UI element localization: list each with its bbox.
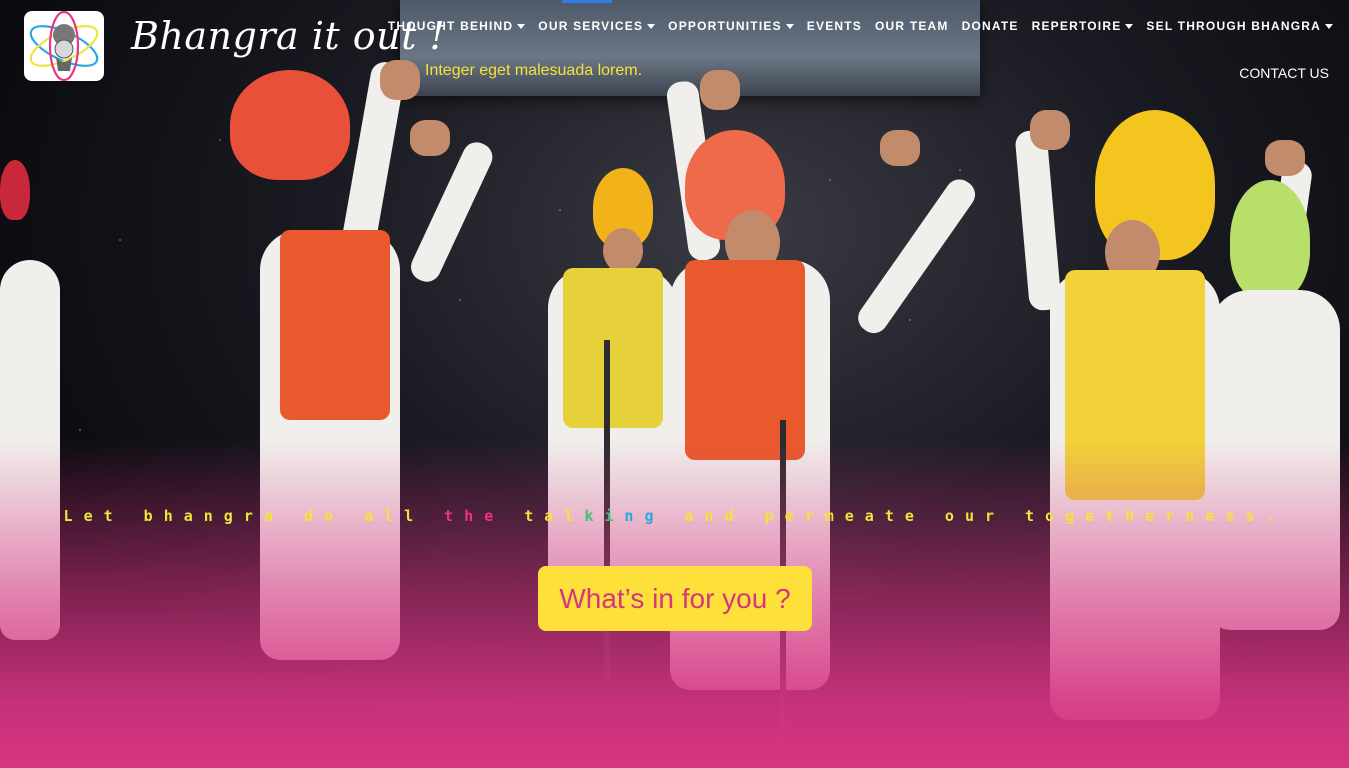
caret-down-icon xyxy=(647,23,656,29)
nav-item-our-team[interactable]: OUR TEAM xyxy=(875,19,949,33)
nav-label: THOUGHT BEHIND xyxy=(387,19,514,33)
caret-down-icon xyxy=(1125,23,1134,29)
nav-item-donate[interactable]: DONATE xyxy=(962,19,1019,33)
nav-label: OUR TEAM xyxy=(875,19,949,33)
hero-headline: Let bhangra do all the talking and perme… xyxy=(0,507,1349,525)
main-nav: THOUGHT BEHIND OUR SERVICES OPPORTUNITIE… xyxy=(388,19,1333,33)
hero-section: Bhangra it out ! Integer eget malesuada … xyxy=(0,0,1349,768)
caret-down-icon xyxy=(785,23,794,29)
nav-label: OPPORTUNITIES xyxy=(668,19,782,33)
site-logo[interactable] xyxy=(24,11,104,81)
nav-label: DONATE xyxy=(961,19,1019,33)
headline-part: tal xyxy=(524,507,585,525)
nav-item-opportunities[interactable]: OPPORTUNITIES xyxy=(668,19,794,33)
nav-label: EVENTS xyxy=(806,19,863,33)
nav-item-our-services[interactable]: OUR SERVICES xyxy=(538,19,656,33)
nav-item-repertoire[interactable]: REPERTOIRE xyxy=(1032,19,1134,33)
nav-item-thought-behind[interactable]: THOUGHT BEHIND xyxy=(387,19,526,33)
brand-tagline: Integer eget malesuada lorem. xyxy=(425,62,643,79)
headline-part: ng xyxy=(624,507,665,525)
caret-down-icon xyxy=(1325,23,1333,29)
headline-part: the xyxy=(444,507,525,525)
whats-in-for-you-button[interactable]: What’s in for you ? xyxy=(538,566,812,631)
headline-part: ki xyxy=(584,507,625,525)
nav-label: REPERTOIRE xyxy=(1031,19,1122,33)
nav-label: SEL THROUGH BHANGRA xyxy=(1146,19,1321,33)
nav-item-contact-us[interactable]: CONTACT US xyxy=(1239,65,1329,81)
nav-label: OUR SERVICES xyxy=(538,19,644,33)
bhangra-dancer-atom-logo xyxy=(29,11,99,81)
nav-item-sel-through-bhangra[interactable]: SEL THROUGH BHANGRA xyxy=(1146,19,1333,33)
headline-part: and permeate our togetherness. xyxy=(664,507,1286,525)
headline-part: Let bhangra do all xyxy=(63,507,445,525)
nav-item-events[interactable]: EVENTS xyxy=(807,19,862,33)
caret-down-icon xyxy=(517,23,526,29)
